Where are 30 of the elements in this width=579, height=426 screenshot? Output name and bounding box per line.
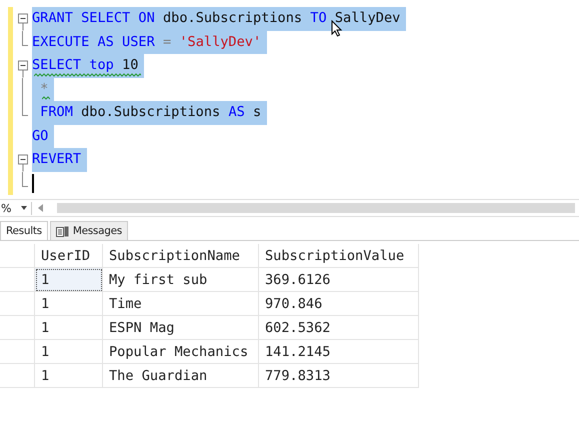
row-header[interactable]	[0, 364, 34, 388]
results-tab[interactable]: Results	[0, 221, 48, 240]
scroll-left-icon[interactable]	[38, 204, 43, 212]
table-cell: The Guardian	[102, 364, 258, 388]
row-header[interactable]	[0, 316, 34, 340]
column-header[interactable]: SubscriptionName	[102, 244, 258, 268]
table-cell: 1	[34, 364, 102, 388]
table-cell: 602.5362	[258, 316, 418, 340]
table-cell: ESPN Mag	[102, 316, 258, 340]
table-cell: 369.6126	[258, 268, 418, 292]
messages-icon	[56, 226, 69, 236]
column-header[interactable]: SubscriptionValue	[258, 244, 418, 268]
table-cell: 141.2145	[258, 340, 418, 364]
fold-line	[22, 172, 28, 186]
table-cell: 1	[34, 268, 102, 292]
table-cell: 1	[34, 316, 102, 340]
row-header[interactable]	[0, 340, 34, 364]
table-cell: 1	[34, 340, 102, 364]
row-header	[0, 244, 34, 268]
table-cell: 1	[34, 292, 102, 316]
fold-line	[22, 30, 28, 46]
table-cell: Popular Mechanics	[102, 340, 258, 364]
zoom-value[interactable]: %	[1, 202, 12, 214]
row-header[interactable]	[0, 292, 34, 316]
results-tab[interactable]: Messages	[50, 221, 128, 240]
caret-icon[interactable]	[21, 206, 27, 210]
table-cell: 970.846	[258, 292, 418, 316]
table-cell: 779.8313	[258, 364, 418, 388]
table-cell: Time	[102, 292, 258, 316]
table-cell: My first sub	[102, 268, 258, 292]
